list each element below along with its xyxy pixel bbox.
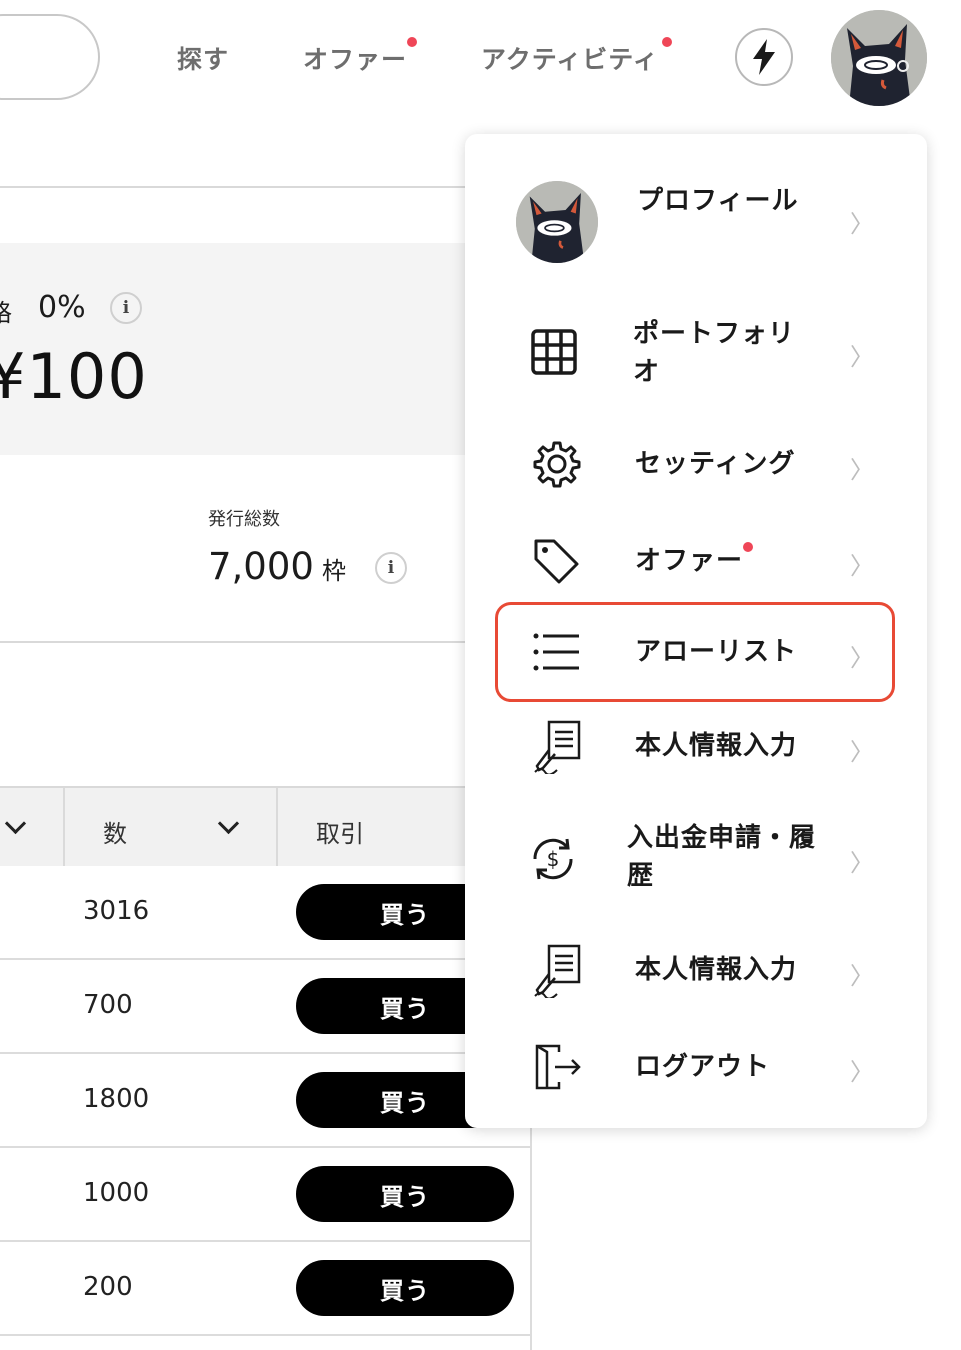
chevron-right-icon: 〉 bbox=[850, 343, 874, 371]
divider bbox=[0, 186, 470, 188]
price-value: ¥100 bbox=[0, 340, 148, 413]
nav-activity[interactable]: アクティビティ bbox=[481, 40, 659, 76]
lightning-bolt-icon bbox=[753, 39, 775, 75]
row-quantity: 3016 bbox=[83, 896, 150, 926]
row-quantity: 200 bbox=[83, 1272, 133, 1302]
table-row: 700 買う bbox=[0, 960, 530, 1054]
menu-item-settings[interactable]: セッティング 〉 bbox=[465, 434, 927, 500]
menu-item-label: アローリスト bbox=[635, 637, 798, 667]
divider bbox=[0, 641, 470, 643]
table-header: 数 取引 bbox=[0, 786, 530, 866]
menu-item-logout[interactable]: ログアウト 〉 bbox=[465, 1038, 927, 1098]
chevron-right-icon: 〉 bbox=[850, 210, 874, 238]
logout-icon bbox=[535, 1044, 581, 1090]
table-row: 1000 買う bbox=[0, 1148, 530, 1242]
search-input[interactable] bbox=[0, 14, 100, 100]
document-sign-icon bbox=[534, 720, 581, 774]
menu-item-label: ポートフォリ bbox=[633, 319, 796, 349]
cat-avatar-icon bbox=[831, 10, 927, 106]
issued-total-label: 発行総数 bbox=[208, 509, 280, 530]
chevron-down-icon[interactable] bbox=[4, 812, 27, 835]
row-quantity: 700 bbox=[83, 990, 133, 1020]
chevron-right-icon: 〉 bbox=[850, 962, 874, 990]
menu-item-identity-info[interactable]: 本人情報入力 〉 bbox=[465, 718, 927, 778]
menu-item-label: ログアウト bbox=[635, 1052, 771, 1082]
document-sign-icon bbox=[534, 944, 581, 998]
column-divider bbox=[530, 1128, 532, 1350]
chevron-right-icon: 〉 bbox=[850, 644, 874, 672]
buy-button[interactable]: 買う bbox=[296, 1166, 514, 1222]
tag-icon bbox=[534, 539, 579, 584]
buy-button[interactable]: 買う bbox=[296, 1260, 514, 1316]
table-row: 1800 買う bbox=[0, 1054, 530, 1148]
svg-text:$: $ bbox=[547, 847, 560, 871]
activity-notification-dot bbox=[662, 37, 672, 47]
issued-total-value: 7,000 枠 bbox=[208, 545, 346, 588]
profile-avatar bbox=[516, 181, 598, 263]
price-label-clipped: 格 bbox=[0, 293, 12, 328]
table-row: 200 買う bbox=[0, 1242, 530, 1336]
offers-notification-dot bbox=[407, 37, 417, 47]
info-icon[interactable]: i bbox=[110, 292, 142, 324]
nav-offers[interactable]: オファー bbox=[303, 40, 407, 76]
menu-item-label: プロフィール bbox=[637, 186, 799, 216]
menu-item-label: オ bbox=[633, 357, 661, 387]
column-header-quantity: 数 bbox=[103, 820, 127, 848]
gear-icon bbox=[533, 441, 581, 488]
menu-item-label: 本人情報入力 bbox=[635, 731, 798, 761]
row-quantity: 1800 bbox=[83, 1084, 150, 1114]
nav-explore[interactable]: 探す bbox=[177, 40, 229, 76]
dollar-cycle-icon: $ bbox=[533, 838, 573, 880]
lightning-button[interactable] bbox=[735, 28, 793, 86]
menu-item-label: オファー bbox=[635, 546, 744, 576]
info-icon[interactable]: i bbox=[375, 552, 407, 584]
grid-icon bbox=[531, 329, 577, 375]
change-percent: 0% bbox=[38, 290, 86, 325]
menu-item-deposit-withdraw[interactable]: $ 入出金申請・履 歴 〉 bbox=[465, 819, 927, 905]
row-quantity: 1000 bbox=[83, 1178, 150, 1208]
menu-item-label: 入出金申請・履 bbox=[627, 823, 817, 853]
column-divider bbox=[276, 788, 278, 866]
menu-item-allow-list[interactable]: アローリスト 〉 bbox=[465, 622, 927, 682]
user-dropdown-menu: プロフィール 〉 ポートフォリ オ 〉 セッティング 〉 オファー 〉 アローリ… bbox=[465, 134, 927, 1128]
chevron-down-icon[interactable] bbox=[217, 812, 240, 835]
table-row: 3016 買う bbox=[0, 866, 530, 960]
chevron-right-icon: 〉 bbox=[850, 849, 874, 877]
user-avatar-button[interactable] bbox=[831, 10, 927, 106]
offers-notification-dot bbox=[743, 542, 753, 552]
cat-avatar-icon bbox=[516, 181, 598, 263]
menu-item-label: 本人情報入力 bbox=[635, 955, 798, 985]
chevron-right-icon: 〉 bbox=[850, 456, 874, 484]
menu-item-portfolio[interactable]: ポートフォリ オ 〉 bbox=[465, 309, 927, 399]
chevron-right-icon: 〉 bbox=[850, 552, 874, 580]
list-icon bbox=[533, 633, 579, 671]
chevron-right-icon: 〉 bbox=[850, 1058, 874, 1086]
column-divider bbox=[63, 788, 65, 866]
column-header-trade: 取引 bbox=[316, 820, 364, 848]
menu-item-label: セッティング bbox=[635, 449, 796, 479]
menu-item-label: 歴 bbox=[627, 861, 655, 891]
menu-item-identity-info[interactable]: 本人情報入力 〉 bbox=[465, 942, 927, 1002]
chevron-right-icon: 〉 bbox=[850, 738, 874, 766]
menu-item-offers[interactable]: オファー 〉 bbox=[465, 532, 927, 592]
